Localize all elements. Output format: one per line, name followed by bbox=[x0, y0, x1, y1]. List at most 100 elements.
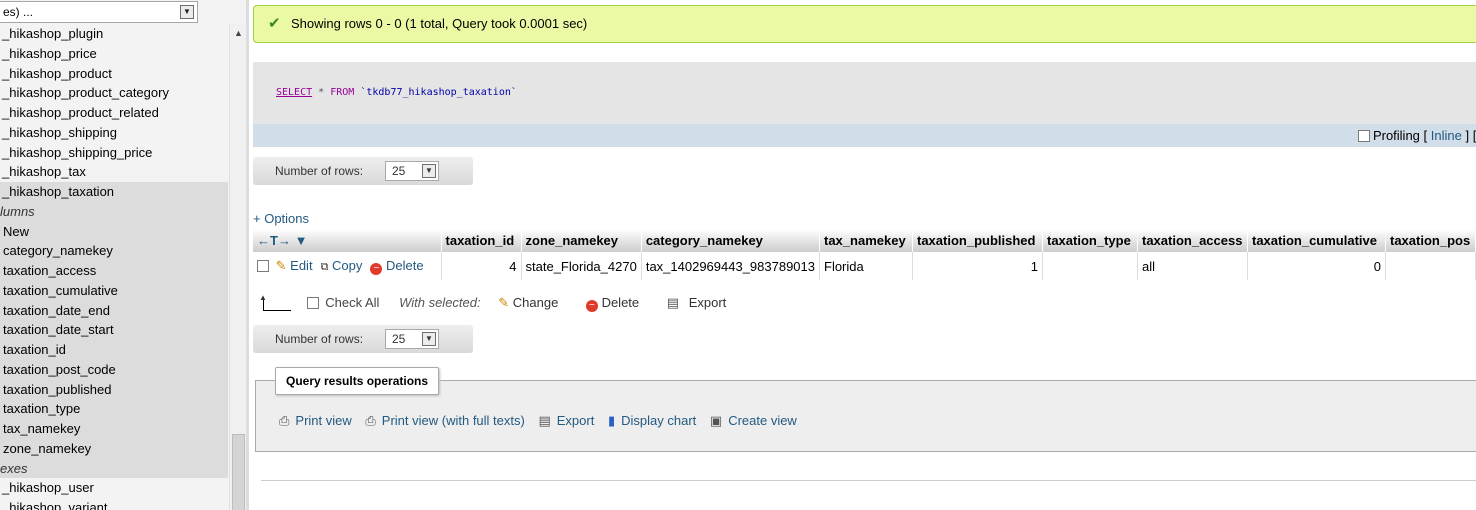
column-header-taxation-pos[interactable]: taxation_pos bbox=[1385, 229, 1476, 252]
delete-icon: − bbox=[585, 300, 598, 312]
inline-edit-link[interactable]: Inline bbox=[1431, 128, 1462, 143]
cell-taxation-access[interactable]: all bbox=[1137, 252, 1248, 280]
column-header-zone-namekey[interactable]: zone_namekey bbox=[521, 229, 642, 252]
rows-label: Number of rows: bbox=[275, 332, 364, 346]
nav-table-item[interactable]: _hikashop_shipping_price bbox=[0, 143, 228, 163]
nav-column-item[interactable]: taxation_type bbox=[0, 399, 228, 419]
nav-group-label: exes bbox=[0, 458, 228, 479]
nav-table-item[interactable]: _hikashop_user bbox=[0, 478, 228, 498]
navigation-scrollbar[interactable]: ▲ bbox=[229, 24, 246, 510]
main-content: ✔ Showing rows 0 - 0 (1 total, Query too… bbox=[249, 0, 1476, 510]
column-header-taxation-cumulative[interactable]: taxation_cumulative bbox=[1247, 229, 1386, 252]
rows-select[interactable]: 25 ▼ bbox=[385, 161, 439, 181]
sql-star: * bbox=[318, 87, 325, 98]
with-selected-label: With selected: bbox=[399, 295, 481, 310]
success-message-text: Showing rows 0 - 0 (1 total, Query took … bbox=[291, 16, 588, 31]
delete-selected-button[interactable]: − Delete bbox=[585, 295, 640, 312]
rows-select[interactable]: 25 ▼ bbox=[385, 329, 439, 349]
nav-column-item[interactable]: taxation_access bbox=[0, 261, 228, 281]
row-checkbox[interactable] bbox=[257, 259, 269, 272]
display-chart-link[interactable]: Display chart bbox=[621, 413, 696, 428]
print-view-full-link[interactable]: Print view (with full texts) bbox=[382, 413, 525, 428]
with-selected-bar: Check All With selected: ✎ Change − Dele… bbox=[259, 288, 750, 313]
nav-table-item[interactable]: _hikashop_product_category bbox=[0, 83, 228, 103]
nav-column-item[interactable]: taxation_date_end bbox=[0, 300, 228, 321]
cell-taxation-id[interactable]: 4 bbox=[441, 252, 522, 280]
export-icon: ▤ bbox=[538, 413, 551, 428]
table-row: ✎ Edit ⧉ Copy − Delete 4 state_Florida_4270 t… bbox=[253, 252, 1476, 280]
cell-taxation-published[interactable]: 1 bbox=[912, 252, 1043, 280]
nav-table-item[interactable]: _hikashop_product bbox=[0, 64, 228, 84]
check-all-checkbox[interactable] bbox=[306, 297, 319, 309]
nav-column-item[interactable]: New bbox=[0, 221, 228, 242]
cell-taxation-pos[interactable] bbox=[1385, 252, 1476, 280]
cell-taxation-type[interactable] bbox=[1042, 252, 1138, 280]
database-select[interactable]: es) ... ▼ bbox=[0, 1, 198, 23]
nav-table-item[interactable]: _hikashop_variant bbox=[0, 498, 228, 510]
nav-column-item[interactable]: taxation_date_start bbox=[0, 320, 228, 340]
nav-column-item[interactable]: taxation_published bbox=[0, 379, 228, 400]
chevron-down-icon[interactable]: ▼ bbox=[422, 332, 436, 346]
success-message: ✔ Showing rows 0 - 0 (1 total, Query too… bbox=[253, 5, 1476, 43]
printer-icon: ⎙ bbox=[365, 413, 376, 428]
nav-column-item[interactable]: taxation_id bbox=[0, 340, 228, 360]
sql-query-box: SELECT * FROM `tkdb77_hikashop_taxation` bbox=[253, 62, 1476, 124]
delete-icon: − bbox=[370, 262, 383, 275]
nav-table-item[interactable]: _hikashop_shipping bbox=[0, 123, 228, 143]
sql-keyword-from: FROM bbox=[330, 87, 355, 98]
column-header-taxation-access[interactable]: taxation_access bbox=[1137, 229, 1248, 252]
create-view-link[interactable]: Create view bbox=[728, 413, 797, 428]
column-header-taxation-type[interactable]: taxation_type bbox=[1042, 229, 1138, 252]
pencil-icon: ✎ bbox=[275, 257, 287, 273]
chevron-down-icon[interactable]: ▼ bbox=[180, 5, 194, 19]
nav-table-item[interactable]: _hikashop_product_related bbox=[0, 103, 228, 123]
export-link[interactable]: Export bbox=[557, 413, 595, 428]
sql-keyword-select[interactable]: SELECT bbox=[276, 87, 312, 98]
chevron-down-icon[interactable]: ▼ bbox=[422, 164, 436, 178]
print-view-link[interactable]: Print view bbox=[295, 413, 351, 428]
profiling-checkbox[interactable] bbox=[1357, 130, 1370, 142]
nav-table-item[interactable]: _hikashop_taxation bbox=[0, 182, 228, 202]
rows-control-top: Number of rows: 25 ▼ bbox=[253, 157, 473, 185]
rows-control-bottom: Number of rows: 25 ▼ bbox=[253, 325, 473, 353]
query-operations-links: ⎙ Print view ⎙ Print view (with full texts… bbox=[279, 413, 807, 429]
change-selected-button[interactable]: ✎ Change bbox=[498, 295, 558, 310]
nav-column-item[interactable]: category_namekey bbox=[0, 241, 228, 261]
chevron-down-icon[interactable]: ▼ bbox=[295, 233, 308, 248]
cell-category-namekey[interactable]: tax_1402969443_983789013 bbox=[641, 252, 821, 280]
sql-table-name: `tkdb77_hikashop_taxation` bbox=[360, 87, 517, 98]
nav-table-item[interactable]: _hikashop_price bbox=[0, 44, 228, 64]
navigation-tree: _hikashop_plugin _hikashop_price _hikashop… bbox=[0, 24, 228, 510]
query-operations-legend: Query results operations bbox=[275, 367, 440, 395]
nav-column-item[interactable]: taxation_post_code bbox=[0, 359, 228, 380]
column-header-taxation-published[interactable]: taxation_published bbox=[912, 229, 1043, 252]
scrollbar-thumb[interactable] bbox=[232, 434, 245, 510]
bracket-open: [ bbox=[1423, 128, 1428, 143]
row-delete-link[interactable]: − Delete bbox=[370, 258, 424, 275]
row-copy-link[interactable]: ⧉ Copy bbox=[321, 258, 363, 273]
nav-column-item[interactable]: tax_namekey bbox=[0, 419, 228, 439]
scroll-up-icon[interactable]: ▲ bbox=[234, 28, 243, 38]
nav-column-item[interactable]: zone_namekey bbox=[0, 438, 228, 459]
database-select-value: es) ... bbox=[3, 5, 34, 19]
column-header-taxation-id[interactable]: taxation_id bbox=[441, 229, 522, 252]
cell-tax-namekey[interactable]: Florida bbox=[819, 252, 913, 280]
export-selected-button[interactable]: ▤ Export bbox=[667, 295, 727, 310]
nav-column-item[interactable]: taxation_cumulative bbox=[0, 280, 228, 301]
profiling-label: Profiling bbox=[1372, 128, 1420, 143]
column-resize-control[interactable]: ←T→ bbox=[257, 233, 291, 248]
column-header-category-namekey[interactable]: category_namekey bbox=[641, 229, 821, 252]
row-edit-link[interactable]: ✎ Edit bbox=[276, 258, 313, 273]
nav-table-item[interactable]: _hikashop_tax bbox=[0, 162, 228, 182]
check-all-label[interactable]: Check All bbox=[325, 295, 379, 310]
copy-icon: ⧉ bbox=[320, 260, 329, 273]
cell-zone-namekey[interactable]: state_Florida_4270 bbox=[521, 252, 642, 280]
rows-select-value: 25 bbox=[392, 164, 406, 178]
nav-table-item[interactable]: _hikashop_plugin bbox=[0, 24, 228, 44]
column-header-tax-namekey[interactable]: tax_namekey bbox=[819, 229, 913, 252]
results-table: ←T→ ▼ taxation_id zone_namekey category_na… bbox=[253, 229, 1476, 280]
delete-selected-label: Delete bbox=[601, 295, 640, 310]
cell-taxation-cumulative[interactable]: 0 bbox=[1247, 252, 1386, 280]
pencil-icon: ✎ bbox=[498, 295, 510, 310]
options-link[interactable]: + Options bbox=[253, 211, 309, 226]
